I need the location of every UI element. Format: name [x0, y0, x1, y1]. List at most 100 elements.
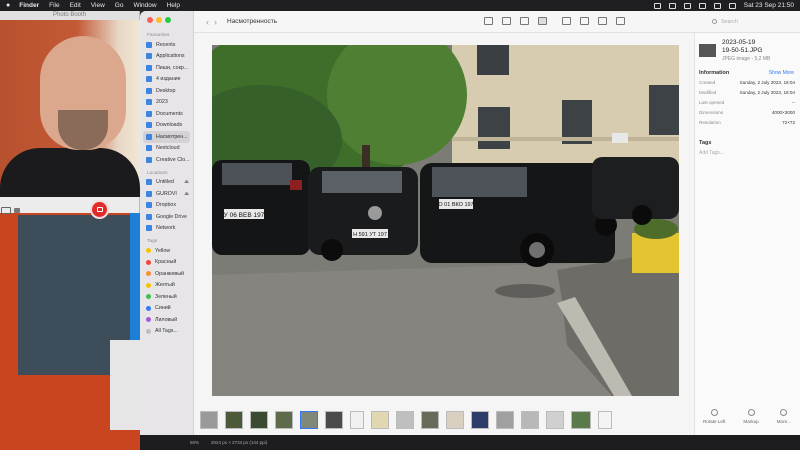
- thumbnail-item[interactable]: [496, 411, 514, 429]
- sidebar-item-fav-7[interactable]: Downloads: [140, 120, 193, 132]
- menu-view[interactable]: View: [91, 2, 105, 9]
- sidebar-item-fav-2[interactable]: Пиши, сокр...: [140, 62, 193, 74]
- dropbox-menu-icon[interactable]: [668, 2, 676, 9]
- sidebar-item-loc-2[interactable]: Dropbox: [140, 200, 193, 212]
- zoom-button[interactable]: [165, 17, 171, 23]
- sidebar-item-loc-4[interactable]: Network: [140, 223, 193, 235]
- sidebar-item-label: Оранжевый: [155, 270, 185, 277]
- thumbnail-item[interactable]: [350, 411, 364, 429]
- menu-window[interactable]: Window: [133, 2, 156, 9]
- menu-help[interactable]: Help: [167, 2, 180, 9]
- rotate-icon: [710, 409, 718, 416]
- sidebar-item-tag-5[interactable]: Синий: [140, 303, 193, 315]
- cloud-menu-icon[interactable]: [683, 2, 691, 9]
- thumbnail-item[interactable]: [200, 411, 218, 429]
- sidebar-item-fav-1[interactable]: Applications: [140, 51, 193, 63]
- tag-icon[interactable]: [598, 17, 607, 25]
- gallery-preview-image[interactable]: У 06 ВЕВ 197 Н 591 УТ 197 О 01 ВКО 197: [212, 45, 679, 396]
- sidebar-item-loc-3[interactable]: Google Drive: [140, 211, 193, 223]
- thumbnail-item[interactable]: [325, 411, 343, 429]
- search-menu-icon[interactable]: [713, 2, 721, 9]
- folder-icon: [146, 99, 152, 106]
- thumbnail-item[interactable]: [521, 411, 539, 429]
- close-button[interactable]: [147, 17, 153, 23]
- thumbnail-item[interactable]: [598, 411, 612, 429]
- status-strip: 50% 2024 px × 2734 px (144 ppi): [140, 435, 800, 450]
- sidebar-item-label: Recents: [156, 41, 176, 48]
- sidebar-item-tag-1[interactable]: Красный: [140, 257, 193, 269]
- sidebar-item-tag-7[interactable]: All Tags...: [140, 326, 193, 338]
- menu-bar: ● Finder File Edit View Go Window Help S…: [0, 0, 800, 11]
- camera-shutter-button[interactable]: [90, 200, 109, 219]
- menu-app-finder[interactable]: Finder: [19, 2, 39, 9]
- sidebar-item-tag-6[interactable]: Лиловый: [140, 314, 193, 326]
- photo-mode-icon[interactable]: [1, 207, 11, 214]
- thumbnail-item[interactable]: [446, 411, 464, 429]
- thumbnail-item[interactable]: [396, 411, 414, 429]
- sidebar-item-fav-0[interactable]: Recents: [140, 39, 193, 51]
- show-more-link[interactable]: Show More: [769, 70, 794, 76]
- rotate-left-button[interactable]: Rotate Left: [703, 409, 725, 433]
- menu-go[interactable]: Go: [115, 2, 124, 9]
- back-forward-icon[interactable]: ‹ ›: [206, 17, 217, 27]
- thumbnail-item[interactable]: [225, 411, 243, 429]
- thumbnail-item[interactable]: [371, 411, 389, 429]
- information-header: Information: [699, 70, 730, 76]
- sidebar-item-fav-5[interactable]: 2023: [140, 97, 193, 109]
- sidebar-item-fav-10[interactable]: Creative Clo...: [140, 154, 193, 166]
- tag-color-dot-icon: [146, 294, 151, 300]
- icon-view-icon[interactable]: [484, 17, 493, 25]
- sidebar-item-loc-0[interactable]: Untitled ⏏: [140, 177, 193, 189]
- sidebar-item-fav-6[interactable]: Documents: [140, 108, 193, 120]
- sidebar-item-fav-9[interactable]: Nextcloud: [140, 143, 193, 155]
- markup-button[interactable]: Markup: [743, 409, 759, 433]
- action-icon[interactable]: [616, 17, 625, 25]
- control-center-icon[interactable]: [728, 2, 736, 9]
- menu-file[interactable]: File: [49, 2, 59, 9]
- disk-icon: [146, 190, 152, 197]
- thumbnail-item[interactable]: [571, 411, 591, 429]
- sidebar-item-fav-8[interactable]: Насмотрен...: [143, 131, 190, 143]
- sidebar-item-label: Красный: [155, 259, 177, 266]
- sidebar-item-tag-4[interactable]: Зеленый: [140, 291, 193, 303]
- sidebar-item-label: Downloads: [156, 122, 183, 129]
- thumbnail-item[interactable]: [275, 411, 293, 429]
- menu-edit[interactable]: Edit: [70, 2, 81, 9]
- record-icon[interactable]: [653, 2, 661, 9]
- list-view-icon[interactable]: [502, 17, 511, 25]
- toolbar: ‹ › Насмотренность Search: [194, 11, 800, 33]
- search-field[interactable]: Search: [712, 16, 794, 27]
- minimize-button[interactable]: [156, 17, 162, 23]
- video-mode-icon[interactable]: [14, 208, 20, 213]
- apple-icon[interactable]: ●: [6, 2, 10, 9]
- menubar-clock[interactable]: Sat 23 Sep 21:50: [744, 2, 794, 9]
- favourites-list: Recents Applications Пиши, сокр... 4 издани…: [140, 39, 193, 166]
- dropbox-icon: [146, 202, 152, 209]
- license-plate-2: Н 591 УТ 197: [353, 232, 387, 238]
- sidebar-item-loc-1[interactable]: GUROVI ⏏: [140, 188, 193, 200]
- wifi-icon[interactable]: [698, 2, 706, 9]
- thumbnail-item[interactable]: [471, 411, 489, 429]
- sidebar-item-fav-3[interactable]: 4 издание: [140, 74, 193, 86]
- sidebar-item-tag-0[interactable]: Yellow: [140, 245, 193, 257]
- sidebar-item-fav-4[interactable]: Desktop: [140, 85, 193, 97]
- thumbnail-item[interactable]: [421, 411, 439, 429]
- thumbnail-item[interactable]: [250, 411, 268, 429]
- group-icon[interactable]: [562, 17, 571, 25]
- sidebar-item-tag-3[interactable]: Желтый: [140, 280, 193, 292]
- share-icon[interactable]: [580, 17, 589, 25]
- photo-booth-window[interactable]: Photo Booth: [0, 11, 140, 219]
- photo-booth-controls: [0, 197, 140, 213]
- gallery-view-icon[interactable]: [538, 17, 547, 25]
- sidebar-item-label: Насмотрен...: [156, 133, 188, 140]
- add-tags-field[interactable]: Add Tags...: [699, 150, 724, 156]
- license-plate-1: У 06 ВЕВ 197: [224, 212, 265, 219]
- column-view-icon[interactable]: [520, 17, 529, 25]
- sidebar-item-label: Желтый: [155, 282, 175, 289]
- eject-icon[interactable]: ⏏: [184, 179, 189, 185]
- thumbnail-item[interactable]: [300, 411, 318, 429]
- sidebar-item-tag-2[interactable]: Оранжевый: [140, 268, 193, 280]
- thumbnail-item[interactable]: [546, 411, 564, 429]
- eject-icon[interactable]: ⏏: [184, 191, 189, 197]
- more-button[interactable]: More...: [777, 409, 791, 433]
